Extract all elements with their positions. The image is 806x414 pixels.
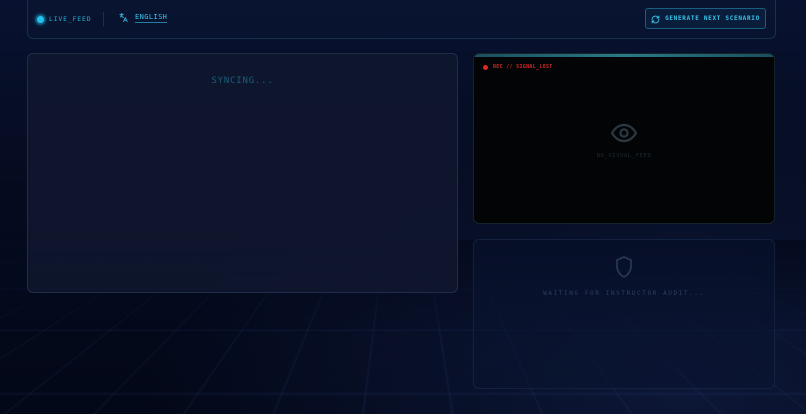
header-divider [103, 12, 104, 26]
top-bar: LIVE_FEED ENGLISH GENERATE NEXT SCENARIO [27, 0, 776, 39]
live-feed-label: LIVE_FEED [49, 15, 92, 23]
live-feed-indicator: LIVE_FEED [37, 14, 91, 24]
language-label[interactable]: ENGLISH [135, 13, 168, 23]
live-status-dot-icon [37, 15, 44, 23]
eye-icon [610, 123, 638, 147]
generate-button-label: GENERATE NEXT SCENARIO [665, 15, 760, 22]
rec-dot-icon [483, 64, 488, 70]
no-visual-feed-text: NO_VISUAL_FEED [596, 153, 652, 159]
generate-next-scenario-button[interactable]: GENERATE NEXT SCENARIO [645, 8, 766, 29]
instructor-audit-panel: WAITING FOR INSTRUCTOR AUDIT... [473, 239, 775, 389]
app-root: LIVE_FEED ENGLISH GENERATE NEXT SCENARIO [0, 0, 806, 414]
syncing-status-text: SYNCING... [211, 76, 274, 86]
audit-waiting-text: WAITING FOR INSTRUCTOR AUDIT... [543, 290, 705, 297]
feed-top-accent [474, 54, 774, 57]
translate-icon [118, 12, 129, 23]
language-selector[interactable]: ENGLISH [118, 12, 168, 23]
rec-signal-label: REC // SIGNAL_LOST [493, 64, 553, 70]
shield-icon [614, 255, 634, 283]
refresh-icon [651, 9, 660, 28]
rec-indicator: REC // SIGNAL_LOST [483, 64, 553, 70]
video-feed-panel: REC // SIGNAL_LOST NO_VISUAL_FEED [473, 53, 775, 224]
scenario-panel: SYNCING... [27, 53, 458, 293]
